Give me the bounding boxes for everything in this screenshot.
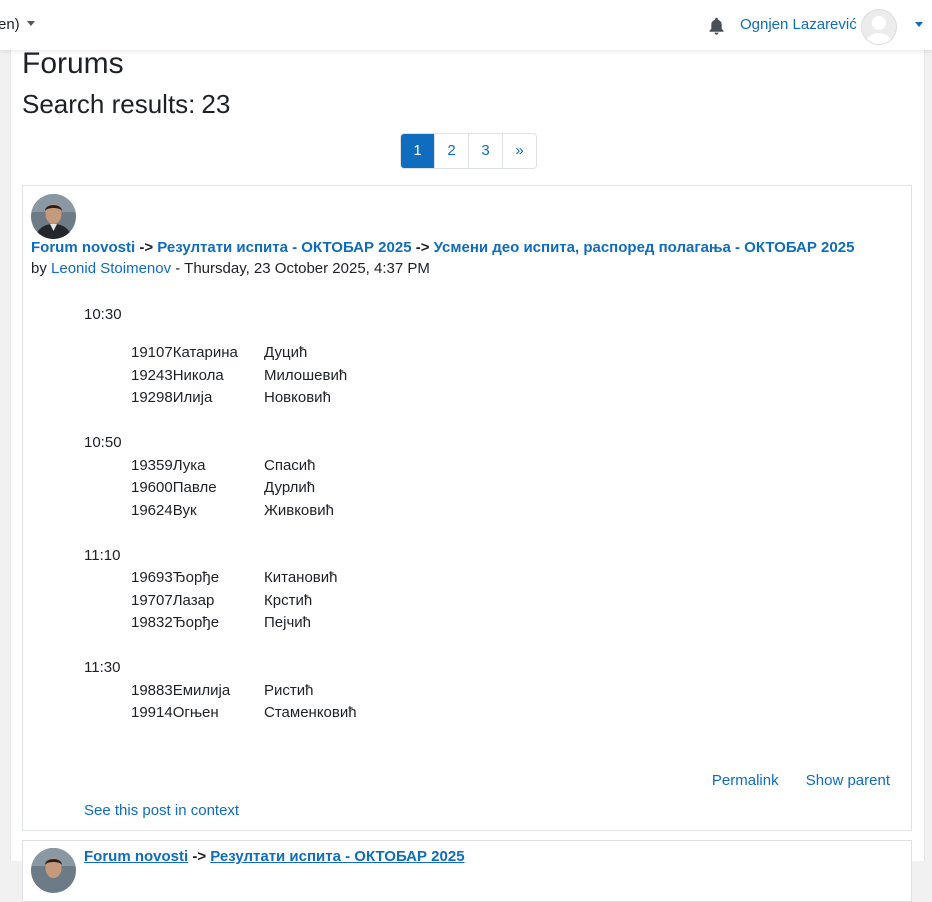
forum-post: Forum novosti -> Резултати испита - ОКТО… [22, 185, 912, 831]
main-region: Forums Search results: 23 1 2 3 » Forum n… [10, 47, 925, 902]
show-parent-link[interactable]: Show parent [806, 772, 890, 789]
author-link[interactable]: Leonid Stoimenov [51, 260, 171, 277]
default-avatar-icon [866, 16, 892, 44]
bell-icon[interactable] [708, 17, 725, 35]
discussion-link[interactable]: Резултати испита - ОКТОБАР 2025 [210, 848, 464, 865]
user-menu-chevron-icon[interactable] [915, 22, 923, 27]
page-3-link[interactable]: 3 [468, 134, 502, 168]
pagination: 1 2 3 » [400, 133, 537, 169]
search-results-heading: Search results: 23 [22, 89, 230, 120]
student-last-name: Пејчић [264, 614, 311, 631]
student-last-name: Стаменковић [264, 704, 357, 721]
student-last-name: Ристић [264, 682, 314, 699]
student-id-first-name: 19600Павле [131, 479, 217, 496]
author-photo [31, 848, 76, 893]
by-label: by [31, 260, 47, 277]
permalink-link[interactable]: Permalink [712, 772, 779, 789]
slot-time: 11:10 [84, 547, 121, 564]
author-avatar[interactable] [31, 194, 76, 239]
student-id-first-name: 19624Вук [131, 502, 197, 519]
student-last-name: Китановић [264, 569, 338, 586]
slot-time: 11:30 [84, 659, 121, 676]
student-last-name: Спасић [264, 457, 316, 474]
forum-link[interactable]: Forum novosti [84, 848, 188, 865]
user-menu-name[interactable]: Ognjen Lazarević [740, 16, 857, 33]
student-id-first-name: 19107Катарина [131, 344, 238, 361]
student-id-first-name: 19359Лука [131, 457, 206, 474]
page-1-link[interactable]: 1 [401, 134, 434, 168]
author-avatar[interactable] [31, 848, 76, 893]
student-id-first-name: 19707Лазар [131, 592, 215, 609]
student-last-name: Милошевић [264, 367, 348, 384]
post-subject-link[interactable]: Усмени део испита, распоред полагања - О… [434, 239, 855, 256]
language-menu[interactable]: en) [0, 16, 35, 33]
discussion-link[interactable]: Резултати испита - ОКТОБАР 2025 [157, 239, 411, 256]
see-in-context-link[interactable]: See this post in context [84, 802, 239, 819]
breadcrumb-separator: -> [415, 239, 430, 256]
top-navbar: en) Ognjen Lazarević [0, 0, 932, 50]
post-byline: by Leonid Stoimenov - Thursday, 23 Octob… [31, 260, 430, 277]
student-id-first-name: 19883Емилија [131, 682, 231, 699]
page-title: Forums [22, 47, 124, 80]
post-subject-line: Forum novosti -> Резултати испита - ОКТО… [31, 239, 854, 256]
breadcrumb-separator: -> [139, 239, 154, 256]
student-id-first-name: 19693Ђорђе [131, 569, 220, 586]
student-last-name: Живковић [264, 502, 334, 519]
slot-time: 10:50 [84, 434, 122, 451]
search-results-count: 23 [201, 89, 231, 119]
user-avatar[interactable] [861, 9, 897, 45]
next-page-link[interactable]: » [502, 134, 536, 168]
student-last-name: Дуцић [264, 344, 308, 361]
slot-time: 10:30 [84, 306, 122, 323]
student-last-name: Дурлић [264, 479, 316, 496]
search-results-label: Search results: [22, 89, 196, 119]
post-date: - Thursday, 23 October 2025, 4:37 PM [175, 260, 430, 277]
student-id-first-name: 19298Илија [131, 389, 213, 406]
chevron-down-icon [26, 21, 35, 26]
student-last-name: Крстић [264, 592, 313, 609]
student-id-first-name: 19914Огњен [131, 704, 219, 721]
breadcrumb-separator: -> [192, 848, 207, 865]
forum-link[interactable]: Forum novosti [31, 239, 135, 256]
page-2-link[interactable]: 2 [434, 134, 468, 168]
language-label: en) [0, 16, 20, 33]
forum-post: Forum novosti -> Резултати испита - ОКТО… [22, 840, 912, 902]
student-last-name: Новковић [264, 389, 331, 406]
post-actions: Permalink Show parent [689, 772, 890, 789]
student-id-first-name: 19832Ђорђе [131, 614, 220, 631]
author-photo [31, 194, 76, 239]
post-subject-line: Forum novosti -> Резултати испита - ОКТО… [84, 848, 465, 865]
student-id-first-name: 19243Никола [131, 367, 224, 384]
